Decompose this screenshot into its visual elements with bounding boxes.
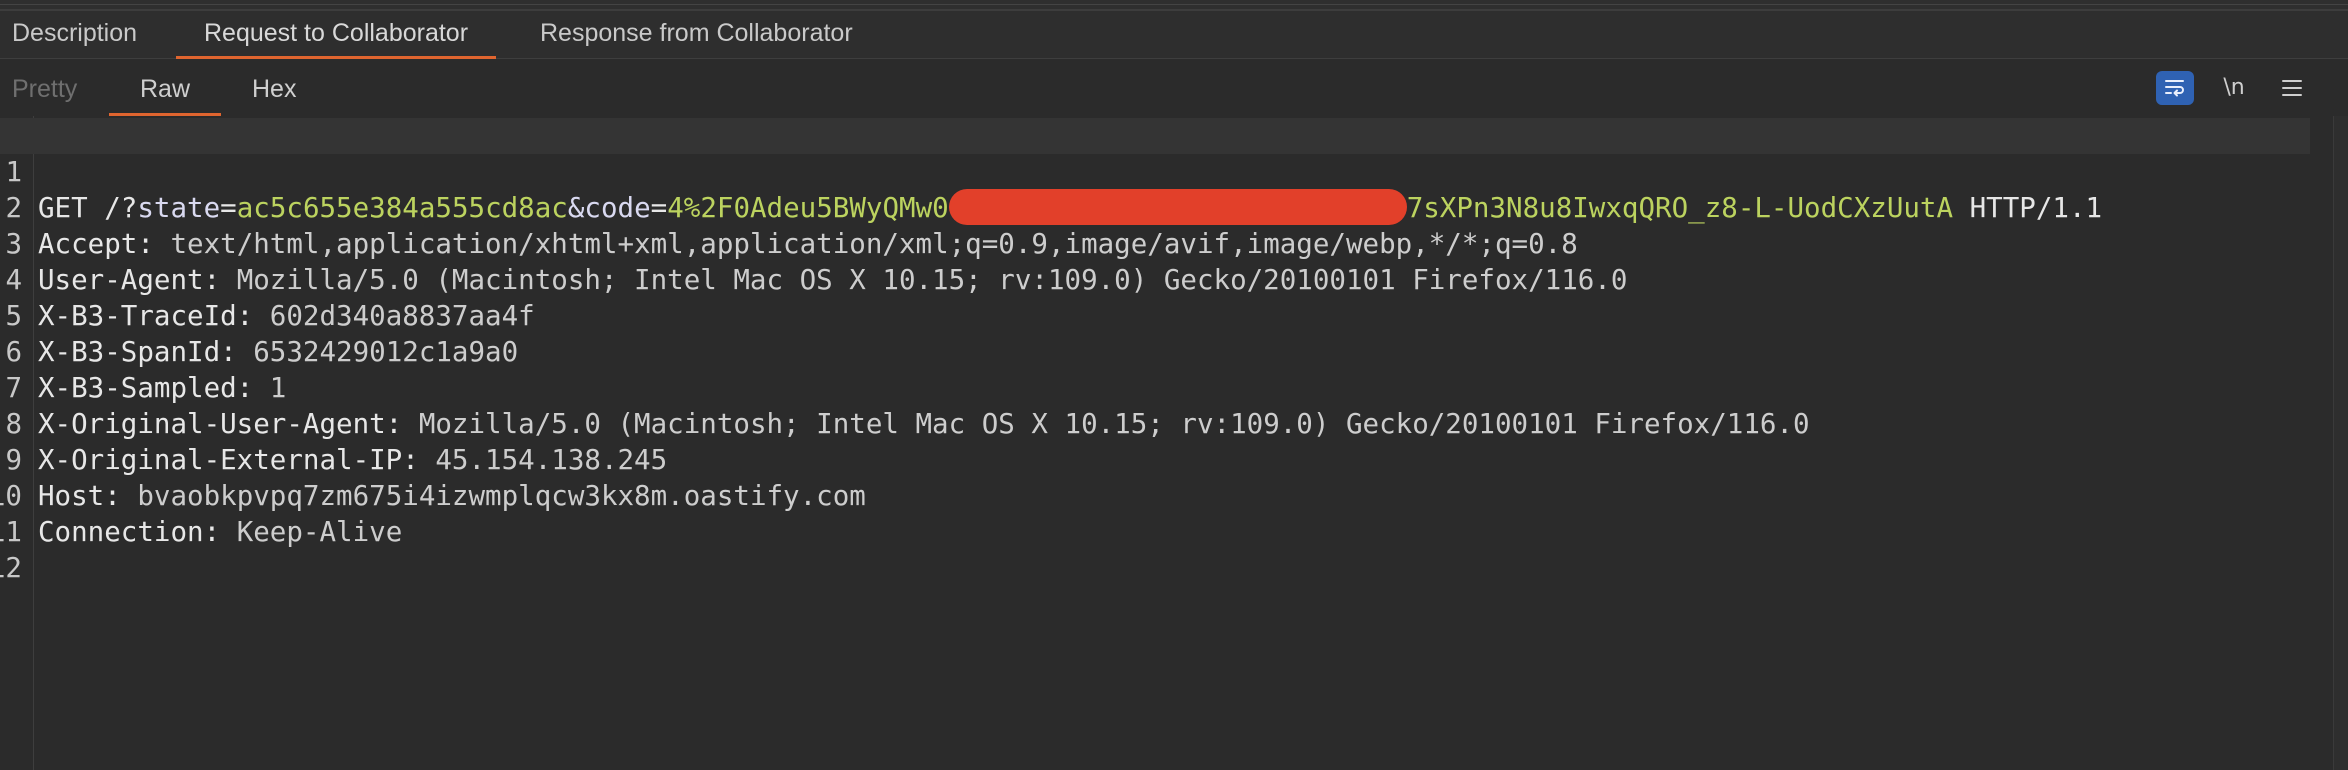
header-line[interactable]: 7 X-Original-User-Agent: Mozilla/5.0 (Ma… — [0, 334, 2310, 440]
header-line[interactable]: 6 X-B3-Sampled: 1 — [0, 298, 2310, 404]
empty-line[interactable]: 12 — [0, 514, 2310, 584]
header-line[interactable]: 8 X-Original-External-IP: 45.154.138.245 — [0, 370, 2310, 476]
header-line[interactable]: 3 User-Agent: Mozilla/5.0 (Macintosh; In… — [0, 190, 2310, 296]
hamburger-menu-icon — [2282, 80, 2302, 96]
tab-request-to-collaborator[interactable]: Request to Collaborator — [175, 11, 497, 59]
empty-line[interactable]: 11 — [0, 478, 2310, 548]
request-line[interactable]: 1 GET /?state=ac5c655e384a555cd8ac&code=… — [0, 118, 2310, 225]
vertical-scrollbar[interactable] — [2333, 116, 2348, 770]
word-wrap-button[interactable] — [2156, 71, 2194, 105]
subtab-raw[interactable]: Raw — [108, 59, 222, 116]
subtab-pretty[interactable]: Pretty — [12, 59, 77, 116]
header-line[interactable]: 9 Host: bvaobkpvpq7zm675i4izwmplqcw3kx8m… — [0, 406, 2310, 512]
view-mode-tabs: Pretty Raw Hex \n — [0, 59, 2348, 116]
show-newlines-button[interactable]: \n — [2214, 71, 2254, 105]
raw-request-editor[interactable]: 1 GET /?state=ac5c655e384a555cd8ac&code=… — [0, 116, 2348, 770]
header-line[interactable]: 5 X-B3-SpanId: 6532429012c1a9a0 — [0, 262, 2310, 368]
tab-response-from-collaborator[interactable]: Response from Collaborator — [540, 11, 853, 59]
subtab-hex[interactable]: Hex — [252, 59, 296, 116]
header-line[interactable]: 2 Accept: text/html,application/xhtml+xm… — [0, 154, 2310, 260]
header-line[interactable]: 4 X-B3-TraceId: 602d340a8837aa4f — [0, 226, 2310, 332]
message-tabs: Description Request to Collaborator Resp… — [0, 11, 2348, 59]
options-menu-button[interactable] — [2272, 71, 2312, 105]
line-number: 12 — [0, 552, 22, 584]
header-line[interactable]: 10 Connection: Keep-Alive — [0, 442, 2310, 548]
window-top-strip — [0, 0, 2348, 11]
tab-description[interactable]: Description — [12, 11, 137, 59]
word-wrap-icon — [2165, 80, 2184, 97]
